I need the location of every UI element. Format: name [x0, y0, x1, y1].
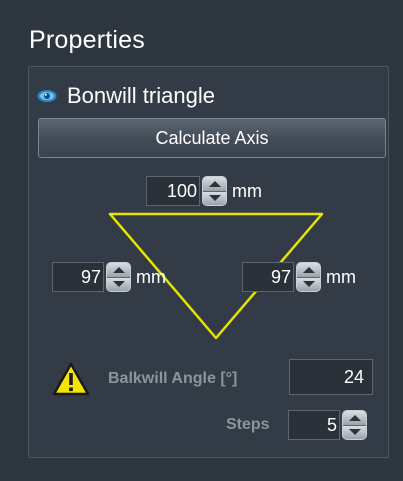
chevron-up-icon: [348, 414, 361, 421]
chevron-down-icon: [208, 195, 221, 202]
right-side-unit: mm: [326, 266, 356, 287]
group-label: Bonwill triangle: [67, 83, 215, 108]
top-side-unit: mm: [232, 180, 262, 201]
warning-icon: [52, 362, 90, 396]
spin-up-button[interactable]: [297, 263, 320, 277]
chevron-down-icon: [112, 281, 125, 288]
chevron-up-icon: [112, 266, 125, 273]
calculate-axis-button[interactable]: Calculate Axis: [38, 118, 386, 158]
steps-input[interactable]: 5: [288, 410, 340, 440]
spin-down-button[interactable]: [107, 276, 130, 291]
balkwill-angle-input[interactable]: 24: [289, 359, 373, 395]
spin-down-button[interactable]: [203, 190, 226, 205]
chevron-down-icon: [302, 281, 315, 288]
chevron-up-icon: [208, 180, 221, 187]
group-header: Bonwill triangle: [37, 81, 215, 111]
chevron-up-icon: [302, 266, 315, 273]
spin-up-button[interactable]: [343, 411, 366, 425]
top-side-input[interactable]: 100: [146, 176, 200, 206]
eye-icon[interactable]: [37, 89, 57, 103]
left-side-field: 97 mm: [52, 262, 166, 292]
right-side-field: 97 mm: [242, 262, 356, 292]
spin-down-button[interactable]: [343, 424, 366, 439]
spin-up-button[interactable]: [107, 263, 130, 277]
spin-up-button[interactable]: [203, 177, 226, 191]
spin-down-button[interactable]: [297, 276, 320, 291]
balkwill-angle-label: Balkwill Angle [°]: [108, 370, 238, 387]
top-side-field: 100 mm: [146, 176, 262, 206]
right-side-input[interactable]: 97: [242, 262, 294, 292]
right-side-spinner: [296, 262, 321, 292]
left-side-unit: mm: [136, 266, 166, 287]
steps-label: Steps: [226, 416, 270, 433]
left-side-input[interactable]: 97: [52, 262, 104, 292]
steps-field: 5: [288, 410, 367, 440]
steps-spinner: [342, 410, 367, 440]
panel-title: Properties: [29, 26, 145, 54]
top-side-spinner: [202, 176, 227, 206]
left-side-spinner: [106, 262, 131, 292]
chevron-down-icon: [348, 429, 361, 436]
